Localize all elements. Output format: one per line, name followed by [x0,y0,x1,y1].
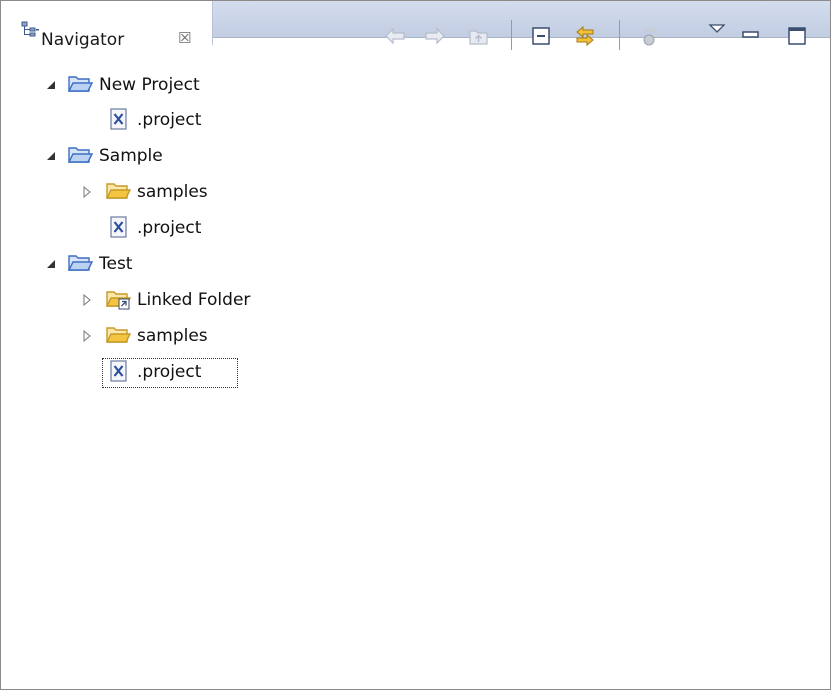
folder-icon [105,327,131,343]
tree-row-new-project[interactable]: New Project [1,71,830,99]
view-title: Navigator [41,30,125,50]
toolbar-separator [619,20,620,50]
tree-label: New Project [99,75,200,95]
tree-row-linked-folder[interactable]: Linked Folder [1,286,830,314]
tab-bar [213,1,830,38]
tree-row-samples[interactable]: samples [1,178,830,206]
tree-row-project-file[interactable]: .project [1,106,830,134]
tree-row-samples[interactable]: samples [1,322,830,350]
link-with-editor-icon[interactable] [573,24,597,48]
folder-icon [105,183,131,199]
tree-row-project-file-selected[interactable]: .project [1,358,830,388]
collapsed-twisty-icon[interactable] [81,186,93,198]
tree-row-test[interactable]: Test [1,250,830,278]
collapsed-twisty-icon[interactable] [81,294,93,306]
minimize-icon[interactable] [739,24,763,48]
tree-label: Test [99,254,133,274]
tree-label: .project [137,218,202,238]
expanded-twisty-icon[interactable] [45,79,57,91]
tree-label: Sample [99,146,163,166]
tree-label: .project [137,110,202,130]
folder-up-icon[interactable] [467,24,491,48]
arrow-right-icon[interactable] [423,24,447,48]
view-header: Navigator ☒ [1,1,830,50]
project-folder-icon [67,255,93,271]
tree-row-sample[interactable]: Sample [1,142,830,170]
linked-folder-icon [105,291,131,310]
maximize-icon[interactable] [785,24,809,48]
close-icon[interactable]: ☒ [178,30,191,46]
tab-navigator[interactable]: Navigator ☒ [1,1,213,50]
tree-label: Linked Folder [137,290,251,310]
expanded-twisty-icon[interactable] [45,258,57,270]
tree-label: samples [137,182,208,202]
tree-label: samples [137,326,208,346]
expanded-twisty-icon[interactable] [45,150,57,162]
navigator-view: Navigator ☒ New Project .project Sample … [0,0,831,690]
triangle-down-icon[interactable] [705,18,729,42]
tree-row-project-file[interactable]: .project [1,214,830,242]
project-folder-icon [67,147,93,163]
arrow-left-icon[interactable] [383,24,407,48]
toolbar-separator [511,20,512,50]
filters-icon[interactable] [639,24,663,48]
project-folder-icon [67,76,93,92]
tree-label: .project [137,362,202,382]
xml-file-icon [110,216,127,238]
navigator-icon [21,21,39,37]
xml-file-icon [110,108,127,130]
xml-file-icon [110,360,127,382]
collapsed-twisty-icon[interactable] [81,330,93,342]
collapse-all-icon[interactable] [529,24,553,48]
